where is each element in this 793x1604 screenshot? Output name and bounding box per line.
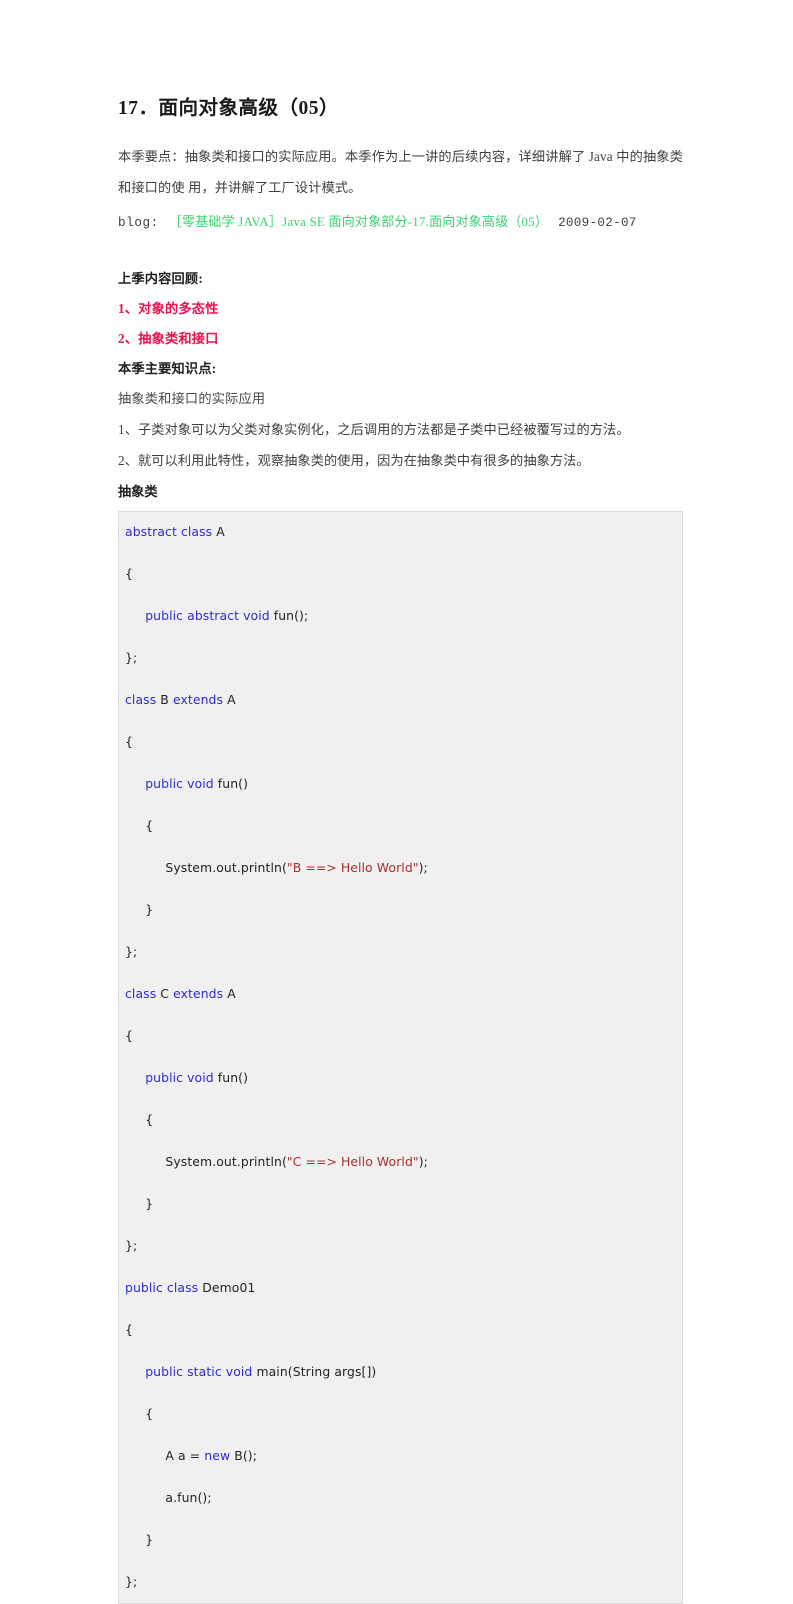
code-line: { [125, 563, 672, 584]
code-line: }; [125, 647, 672, 668]
code-token: abstract class [125, 524, 213, 540]
review-item-2: 2、抽象类和接口 [118, 331, 219, 347]
code-listing: abstract class A { public abstract void … [125, 521, 672, 1592]
code-line: abstract class A [125, 521, 672, 542]
code-line: class C extends A [125, 983, 672, 1004]
code-line: } [125, 1193, 672, 1214]
code-token: }; [125, 1574, 138, 1590]
code-line: { [125, 1319, 672, 1340]
code-token: fun() [213, 1070, 249, 1086]
code-token: public void [145, 1070, 214, 1086]
code-token: { [125, 818, 154, 834]
code-token: ); [418, 860, 428, 876]
code-token: A a = [125, 1448, 205, 1464]
code-token: fun() [213, 776, 249, 792]
code-line: public void fun() [125, 773, 672, 794]
blog-reference-line: blog: ［零基础学 JAVA］Java SE 面向对象部分-17.面向对象高级… [118, 207, 683, 238]
review-heading: 上季内容回顾: [118, 271, 203, 287]
knowledge-point-1: 1、子类对象可以为父类对象实例化，之后调用的方法都是子类中已经被覆写过的方法。 [118, 422, 630, 438]
code-line: { [125, 815, 672, 836]
code-token: System.out.println( [125, 1154, 287, 1170]
code-token: main(String args[]) [252, 1364, 377, 1380]
code-token: A [212, 524, 225, 540]
code-line: { [125, 1403, 672, 1424]
code-token: B(); [230, 1448, 257, 1464]
code-line: A a = new B(); [125, 1445, 672, 1466]
code-token: "B ==> Hello World" [286, 860, 419, 876]
code-token: A [223, 692, 236, 708]
code-token: public void [145, 776, 214, 792]
code-line: }; [125, 1235, 672, 1256]
code-line: public void fun() [125, 1067, 672, 1088]
code-token: C [156, 986, 174, 1002]
code-token: { [125, 566, 133, 582]
code-token: }; [125, 650, 138, 666]
code-line: System.out.println("B ==> Hello World"); [125, 857, 672, 878]
code-token: { [125, 1322, 133, 1338]
code-token: { [125, 1028, 133, 1044]
code-line: { [125, 1025, 672, 1046]
page-title: 17．面向对象高级（05） [118, 98, 340, 119]
blog-date: 2009-02-07 [558, 216, 637, 231]
code-line: public abstract void fun(); [125, 605, 672, 626]
code-token: extends [172, 692, 224, 708]
code-line: }; [125, 1571, 672, 1592]
code-token: { [125, 1112, 154, 1128]
code-line: public static void main(String args[]) [125, 1361, 672, 1382]
code-token: public static void [145, 1364, 253, 1380]
code-line: System.out.println("C ==> Hello World"); [125, 1151, 672, 1172]
code-token: { [125, 1406, 154, 1422]
code-token: System.out.println( [125, 860, 287, 876]
code-line: } [125, 899, 672, 920]
code-token: { [125, 734, 133, 750]
code-block: abstract class A { public abstract void … [118, 511, 683, 1604]
code-token: } [125, 902, 154, 918]
code-token: }; [125, 944, 138, 960]
code-line: { [125, 731, 672, 752]
document-page: 17．面向对象高级（05） 本季要点：抽象类和接口的实际应用。本季作为上一讲的后… [0, 0, 793, 1604]
code-token: B [156, 692, 173, 708]
code-token: public class [125, 1280, 199, 1296]
code-token: extends [173, 986, 224, 1002]
knowledge-heading: 本季主要知识点: [118, 361, 217, 377]
code-token: a.fun(); [125, 1490, 212, 1506]
code-token: ); [418, 1154, 428, 1170]
code-line: class B extends A [125, 689, 672, 710]
code-token: new [204, 1448, 231, 1464]
code-token: }; [125, 1238, 138, 1254]
knowledge-subtitle: 抽象类和接口的实际应用 [118, 391, 266, 407]
review-item-1: 1、对象的多态性 [118, 301, 219, 317]
code-line: { [125, 1109, 672, 1130]
blog-link[interactable]: ［零基础学 JAVA］Java SE 面向对象部分-17.面向对象高级（05） [169, 214, 548, 229]
code-section-label: 抽象类 [118, 484, 158, 500]
blog-label: blog: [118, 216, 159, 231]
knowledge-point-2: 2、就可以利用此特性，观察抽象类的使用，因为在抽象类中有很多的抽象方法。 [118, 453, 590, 469]
code-token: } [125, 1532, 154, 1548]
code-line: a.fun(); [125, 1487, 672, 1508]
code-token: class [125, 986, 157, 1002]
code-line: public class Demo01 [125, 1277, 672, 1298]
code-token: fun(); [269, 608, 309, 624]
code-line: } [125, 1529, 672, 1550]
code-token: } [125, 1196, 154, 1212]
code-line: }; [125, 941, 672, 962]
code-token: Demo01 [198, 1280, 256, 1296]
intro-paragraph: 本季要点：抽象类和接口的实际应用。本季作为上一讲的后续内容，详细讲解了 Java… [118, 149, 683, 196]
code-token: A [223, 986, 236, 1002]
code-token: public abstract void [145, 608, 270, 624]
code-token: "C ==> Hello World" [286, 1154, 419, 1170]
code-token: class [125, 692, 157, 708]
